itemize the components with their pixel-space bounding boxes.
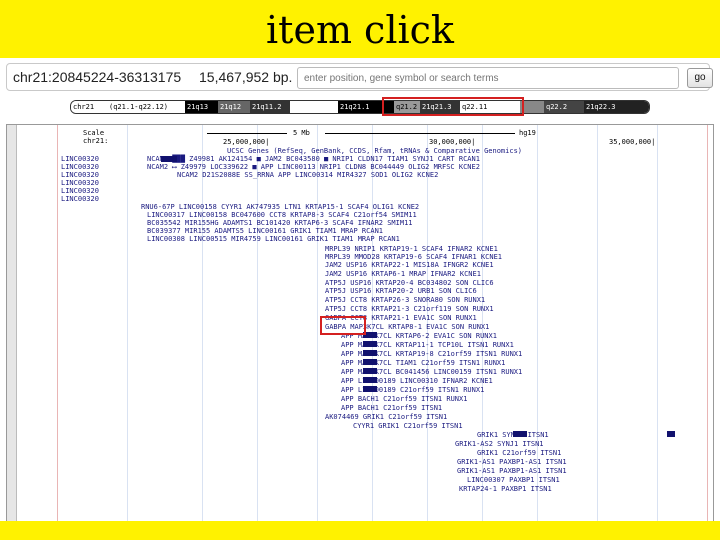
gene-row[interactable]: NCAM2 ⟷ Z49979 LOC339622 ■ APP LINC00113… <box>147 163 480 171</box>
position-text: chr21:20845224-36313175 <box>13 69 182 85</box>
scale-bar <box>207 133 287 134</box>
gene-row[interactable]: BC039377 MIR155 ADAMTS5 LINC00161 GRIK1 … <box>147 227 383 235</box>
gene-row[interactable]: ATP5J USP16 KRTAP20-4 BC034802 SON CLIC6 <box>325 279 494 287</box>
gene-row[interactable]: APP BACH1 C21orf59 ITSN1 <box>341 404 442 412</box>
gene-row[interactable]: GRIK1-AS2 SYNJ1 ITSN1 <box>455 440 544 448</box>
coordinate-label: 25,000,000| <box>223 138 270 146</box>
grid-line <box>257 125 258 521</box>
exon-marker <box>363 368 377 374</box>
exon-marker <box>667 431 675 437</box>
gene-row[interactable]: BC035542 MIR155HG ADAMTS1 BC101420 KRTAP… <box>147 219 413 227</box>
gene-row[interactable]: CYYR1 GRIK1 C21orf59 ITSN1 <box>353 422 463 430</box>
grid-line <box>202 125 203 521</box>
exon-marker <box>363 359 377 365</box>
gene-row[interactable]: ATP5J USP16 KRTAP20-2 URB1 SON CLIC6 <box>325 287 477 295</box>
exon-marker <box>161 156 177 162</box>
gene-row[interactable]: KRTAP24-1 PAXBP1 ITSN1 <box>459 485 552 493</box>
gene-row[interactable]: GRIK1 C21orf59 ITSN1 <box>477 449 561 457</box>
go-button[interactable]: go <box>687 68 713 88</box>
gene-row[interactable]: NCAM2 ███ Z49981 AK124154 ■ JAM2 BC04358… <box>147 155 480 163</box>
left-gene-label[interactable]: LINC00320 <box>61 195 99 203</box>
ideogram-band: 21q13 <box>185 101 218 113</box>
coordinate-label: 35,000,000| <box>609 138 656 146</box>
gene-row[interactable]: ATP5J CCT8 KRTAP21-3 C21orf119 SON RUNX1 <box>325 305 494 313</box>
left-gene-label[interactable]: LINC00320 <box>61 155 99 163</box>
gene-row[interactable]: LINC00307 PAXBP1 ITSN1 <box>467 476 560 484</box>
ideogram-band <box>290 101 338 113</box>
gene-row[interactable]: LINC00308 LINC00515 MIR4759 LINC00161 GR… <box>147 235 400 243</box>
gene-row[interactable]: ATP5J CCT8 KRTAP26-3 SNORA80 SON RUNX1 <box>325 296 485 304</box>
gene-row[interactable]: RNU6-67P LINC00158 CYYR1 AK747935 LTN1 K… <box>141 203 419 211</box>
position-size: 15,467,952 bp. <box>199 69 293 85</box>
left-gene-label[interactable]: LINC00320 <box>61 179 99 187</box>
grid-line <box>657 125 658 521</box>
gene-row[interactable]: JAM2 USP16 KRTAP22-1 MIS18A IFNGR2 KCNE1 <box>325 261 494 269</box>
gene-row[interactable]: AK074469 GRIK1 C21orf59 ITSN1 <box>325 413 447 421</box>
exon-marker <box>513 431 527 437</box>
track-title[interactable]: UCSC Genes (RefSeq, GenBank, CCDS, Rfam,… <box>227 147 522 155</box>
ideogram-band: 21q12 <box>218 101 250 113</box>
grid-line <box>597 125 598 521</box>
exon-marker <box>363 386 377 392</box>
slide-banner: item click <box>0 0 720 58</box>
gene-row[interactable]: GRIK1-AS1 PAXBP1-AS1 ITSN1 <box>457 458 567 466</box>
exon-marker <box>363 377 377 383</box>
scale-value: 5 Mb <box>293 129 310 137</box>
ideogram-band: (q21.1-q22.12) <box>107 101 185 113</box>
chr-label: chr21: <box>83 137 109 145</box>
gene-row[interactable]: JAM2 USP16 KRTAP6-1 MRAP IFNAR2 KCNE1 <box>325 270 481 278</box>
position-bar: chr21:20845224-36313175 15,467,952 bp. g… <box>6 63 713 91</box>
gene-row[interactable]: APP BACH1 C21orf59 ITSN1 RUNX1 <box>341 395 467 403</box>
gene-row[interactable]: LINC00317 LINC00158 BC047600 CCT8 KRTAP8… <box>147 211 417 219</box>
track-area[interactable]: Scale chr21: 5 Mb hg19 25,000,000| 30,00… <box>7 125 715 521</box>
ideogram-band: q22.2 <box>544 101 584 113</box>
ideogram-position-highlight <box>382 97 524 116</box>
grid-line <box>57 125 58 521</box>
ideogram-band: 21q11.2 <box>250 101 290 113</box>
grid-line <box>707 125 708 521</box>
left-gene-label[interactable]: LINC00320 <box>61 171 99 179</box>
exon-marker <box>363 341 377 347</box>
left-gene-label[interactable]: LINC00320 <box>61 163 99 171</box>
genome-browser-screenshot: chr21:20845224-36313175 15,467,952 bp. g… <box>0 58 720 521</box>
left-gene-label[interactable]: LINC00320 <box>61 187 99 195</box>
grid-line <box>317 125 318 521</box>
assembly-label: hg19 <box>519 129 536 137</box>
slide-title: item click <box>266 8 454 52</box>
chromosome-ideogram[interactable]: chr21 (q21.1-q22.12) 21q13 21q12 21q11.2… <box>70 100 650 114</box>
gene-row[interactable]: GRIK1-AS1 PAXBP1-AS1 ITSN1 <box>457 467 567 475</box>
gene-row[interactable]: NCAM2 D21S2088E SS_RRNA APP LINC00314 MI… <box>177 171 438 179</box>
gene-row[interactable]: MRPL39 NRIP1 KRTAP19-1 SCAF4 IFNAR2 KCNE… <box>325 245 498 253</box>
track-display[interactable]: Scale chr21: 5 Mb hg19 25,000,000| 30,00… <box>6 124 714 521</box>
scale-label: Scale <box>83 129 105 137</box>
ideogram-band: chr21 <box>71 101 107 113</box>
gene-row[interactable]: MRPL39 MMOD28 KRTAP19-6 SCAF4 IFNAR1 KCN… <box>325 253 502 261</box>
coordinate-label: 30,000,000| <box>429 138 476 146</box>
search-input[interactable] <box>297 67 679 89</box>
slide-footer-band <box>0 521 720 540</box>
grid-line <box>127 125 128 521</box>
exon-marker <box>363 350 377 356</box>
scale-bar <box>325 133 515 134</box>
ideogram-band: 21q22.3 <box>584 101 649 113</box>
jam2-click-highlight <box>320 316 366 335</box>
